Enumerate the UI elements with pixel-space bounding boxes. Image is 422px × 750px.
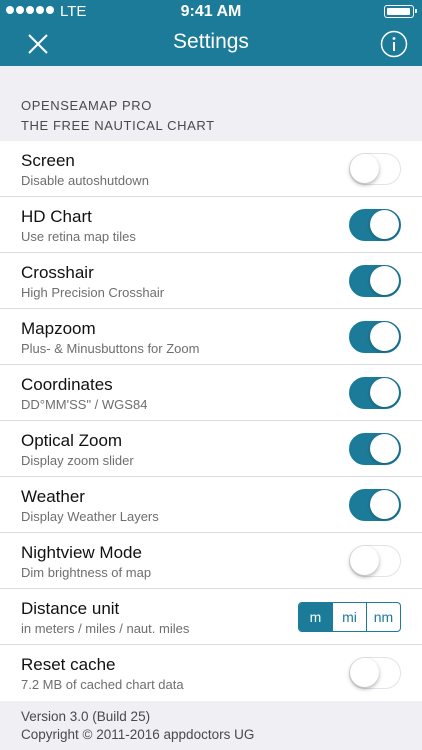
distance-unit-segmented-control: m mi nm [298, 602, 401, 632]
row-title: Weather [21, 487, 85, 506]
reset-cache-toggle[interactable] [349, 657, 401, 689]
section-header: OPENSEAMAP PRO THE FREE NAUTICAL CHART [21, 96, 215, 136]
row-title: HD Chart [21, 207, 92, 226]
row-title: Distance unit [21, 599, 120, 618]
info-icon [380, 30, 408, 58]
row-title: Optical Zoom [21, 431, 123, 450]
row-subtitle: High Precision Crosshair [21, 285, 165, 300]
mapzoom-toggle[interactable] [349, 321, 401, 353]
settings-row-mapzoom: Mapzoom Plus- & Minusbuttons for Zoom [0, 309, 422, 365]
row-subtitle: Display zoom slider [21, 453, 134, 468]
nightview-mode-toggle[interactable] [349, 545, 401, 577]
footer: Version 3.0 (Build 25) Copyright © 2011-… [21, 708, 254, 744]
settings-row-distance-unit: Distance unit in meters / miles / naut. … [0, 589, 422, 645]
settings-row-weather: Weather Display Weather Layers [0, 477, 422, 533]
row-title: Crosshair [21, 263, 94, 282]
row-subtitle: 7.2 MB of cached chart data [21, 677, 184, 692]
optical-zoom-toggle[interactable] [349, 433, 401, 465]
settings-row-optical-zoom: Optical Zoom Display zoom slider [0, 421, 422, 477]
row-subtitle: Use retina map tiles [21, 229, 136, 244]
row-subtitle: Plus- & Minusbuttons for Zoom [21, 341, 200, 356]
row-subtitle: Display Weather Layers [21, 509, 159, 524]
section-subtitle: THE FREE NAUTICAL CHART [21, 118, 215, 133]
row-subtitle: DD°MM'SS" / WGS84 [21, 397, 148, 412]
settings-row-reset-cache: Reset cache 7.2 MB of cached chart data [0, 645, 422, 701]
screen-toggle[interactable] [349, 153, 401, 185]
settings-row-crosshair: Crosshair High Precision Crosshair [0, 253, 422, 309]
info-button[interactable] [380, 30, 408, 58]
page-title: Settings [173, 30, 249, 53]
row-title: Screen [21, 151, 75, 170]
settings-row-hd-chart: HD Chart Use retina map tiles [0, 197, 422, 253]
status-time: 9:41 AM [180, 3, 242, 20]
copyright-label: Copyright © 2011-2016 appdoctors UG [21, 727, 255, 742]
crosshair-toggle[interactable] [349, 265, 401, 297]
version-label: Version 3.0 (Build 25) [21, 709, 151, 724]
hd-chart-toggle[interactable] [349, 209, 401, 241]
distance-unit-option-mi[interactable]: mi [333, 603, 367, 631]
row-title: Reset cache [21, 655, 116, 674]
battery-icon [384, 5, 417, 18]
coordinates-toggle[interactable] [349, 377, 401, 409]
distance-unit-option-nm[interactable]: nm [367, 603, 400, 631]
row-title: Nightview Mode [21, 543, 142, 562]
section-title: OPENSEAMAP PRO [21, 98, 152, 113]
settings-list: Screen Disable autoshutdown HD Chart Use… [0, 141, 422, 701]
settings-row-screen: Screen Disable autoshutdown [0, 141, 422, 197]
settings-row-nightview-mode: Nightview Mode Dim brightness of map [0, 533, 422, 589]
settings-row-coordinates: Coordinates DD°MM'SS" / WGS84 [0, 365, 422, 421]
status-bar: LTE 9:41 AM [0, 0, 422, 22]
navigation-bar: LTE 9:41 AM Settings [0, 0, 422, 66]
row-title: Mapzoom [21, 319, 96, 338]
row-subtitle: Dim brightness of map [21, 565, 152, 580]
row-title: Coordinates [21, 375, 113, 394]
row-subtitle: Disable autoshutdown [21, 173, 149, 188]
weather-toggle[interactable] [349, 489, 401, 521]
distance-unit-option-m[interactable]: m [299, 603, 333, 631]
row-subtitle: in meters / miles / naut. miles [21, 621, 190, 636]
